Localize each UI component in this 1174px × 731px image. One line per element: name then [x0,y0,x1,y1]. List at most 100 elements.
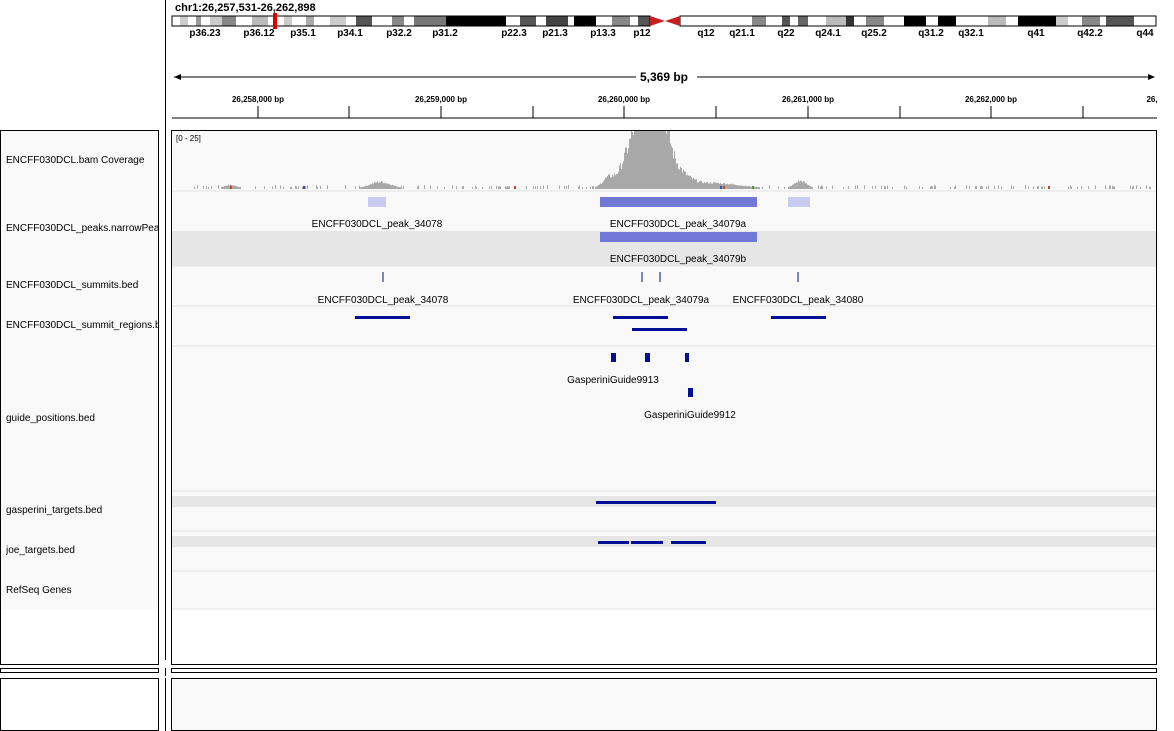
track-label-refseq[interactable]: RefSeq Genes [6,585,158,596]
track-label-peaks[interactable]: ENCFF030DCL_peaks.narrowPeak [6,223,158,234]
coverage-bar [702,182,703,189]
coverage-bar [224,185,225,189]
ideogram-band-label: q42.2 [1077,28,1103,39]
coverage-bar [799,181,800,189]
coverage-bar [706,182,707,189]
track-label-coverage[interactable]: ENCFF030DCL.bam Coverage [6,155,158,166]
coverage-bar [291,186,292,189]
peak-34079a-block[interactable] [600,197,757,207]
coverage-bar [389,184,390,189]
feature-name-panel[interactable] [0,678,159,731]
coverage-bar [255,186,256,189]
coverage-bar [627,153,628,189]
coverage-bar [1110,185,1111,189]
summit-ticks[interactable] [382,272,799,282]
coverage-bar [305,186,306,189]
ideogram-band [520,16,536,26]
coverage-bar [611,177,612,189]
ideogram-band-label: q41 [1027,28,1045,39]
coverage-bar [800,180,801,189]
coverage-bar [507,186,508,189]
coverage-bar [197,185,198,189]
peak-34079b-block[interactable] [600,232,757,242]
ideogram-band-label: p35.1 [290,28,316,39]
ideogram-band-label: p12 [633,28,651,39]
coverage-bar [975,186,976,189]
chromosome-ideogram[interactable] [171,13,1157,29]
coverage-bar [298,186,299,189]
coverage-bar [966,185,967,189]
coverage-bar [535,186,536,189]
coverage-bar [737,185,738,189]
coverage-bar [1113,186,1114,189]
coverage-bar [476,186,477,189]
track-label-gasperini[interactable]: gasperini_targets.bed [6,505,158,516]
coverage-bar [498,186,499,189]
tracks-svg[interactable]: [0 - 25] ENCFF030DCL_peak_34078 ENCFF030… [172,131,1156,664]
feature-data-panel[interactable] [171,678,1157,731]
coverage-bar [647,131,648,189]
ideogram-ruler-svg[interactable]: p36.23 p36.12 p35.1 p34.1 p32.2 p31.2 p22.3 p21… [0,0,1174,128]
gasperini-target-bar[interactable] [596,501,716,504]
coverage-bar [360,187,361,189]
ideogram-band [766,16,782,26]
track-data-panel[interactable]: [0 - 25] ENCFF030DCL_peak_34078 ENCFF030… [171,130,1157,665]
coverage-bar [424,185,425,189]
coverage-bar [935,185,936,189]
ideogram-band [808,16,826,26]
coverage-bar [686,175,687,189]
coverage-bar [452,185,453,189]
peak-34080-block[interactable] [788,197,810,207]
name-panel-divider [0,668,159,673]
coverage-bar [643,131,644,189]
ideogram-band [574,16,596,26]
coverage-bar [718,182,719,189]
coverage-bar [559,185,560,189]
ideogram-band-label: q24.1 [815,28,841,39]
coverage-histogram[interactable] [194,131,1151,189]
track-label-summits[interactable]: ENCFF030DCL_summits.bed [6,280,158,291]
coverage-mismatch [1048,186,1050,189]
coverage-bar [582,186,583,189]
coverage-bar [698,182,699,189]
coverage-bar [397,186,398,189]
coverage-bar [674,151,675,189]
coverage-bar [982,186,983,189]
coverage-bar [374,182,375,189]
coverage-bar [798,180,799,189]
coverage-bar [654,131,655,189]
joe-target-bars[interactable] [598,541,706,544]
coverage-bar [1011,185,1012,189]
coverage-bar [622,163,623,189]
track-name-panel[interactable]: ENCFF030DCL.bam Coverage ENCFF030DCL_pea… [0,130,159,665]
coverage-bar [456,186,457,189]
panel-divider-lower[interactable] [165,678,166,731]
coverage-bar [239,187,240,189]
coverage-bar [1132,186,1133,189]
coverage-bar [711,183,712,189]
ideogram-band-label: q44 [1136,28,1154,39]
coverage-bar [234,185,235,189]
summit-region-bars[interactable] [355,316,826,331]
coverage-bar [892,186,893,189]
coverage-bar [228,184,229,189]
coverage-bar [796,182,797,189]
coverage-bar [612,174,613,189]
track-label-summit-regions[interactable]: ENCFF030DCL_summit_regions.bed [6,320,158,331]
coverage-bar [682,172,683,189]
coverage-bar [981,185,982,189]
coverage-bar [489,186,490,189]
peak-34078-block[interactable] [368,197,386,207]
ideogram-band-label: p34.1 [337,28,363,39]
coverage-mismatch [514,186,516,189]
ideogram-band-label: q25.2 [861,28,887,39]
position-ruler[interactable]: 26,258,000 bp 26,259,000 bp 26,260,000 bp 2… [172,95,1158,119]
coverage-bar [1041,186,1042,189]
coverage-bar [1037,186,1038,189]
coverage-bar [345,185,346,189]
track-label-guides[interactable]: guide_positions.bed [6,413,158,424]
panel-divider[interactable] [165,0,166,660]
coverage-bar [272,186,273,189]
track-label-joe[interactable]: joe_targets.bed [6,545,158,556]
coverage-bar [642,131,643,189]
